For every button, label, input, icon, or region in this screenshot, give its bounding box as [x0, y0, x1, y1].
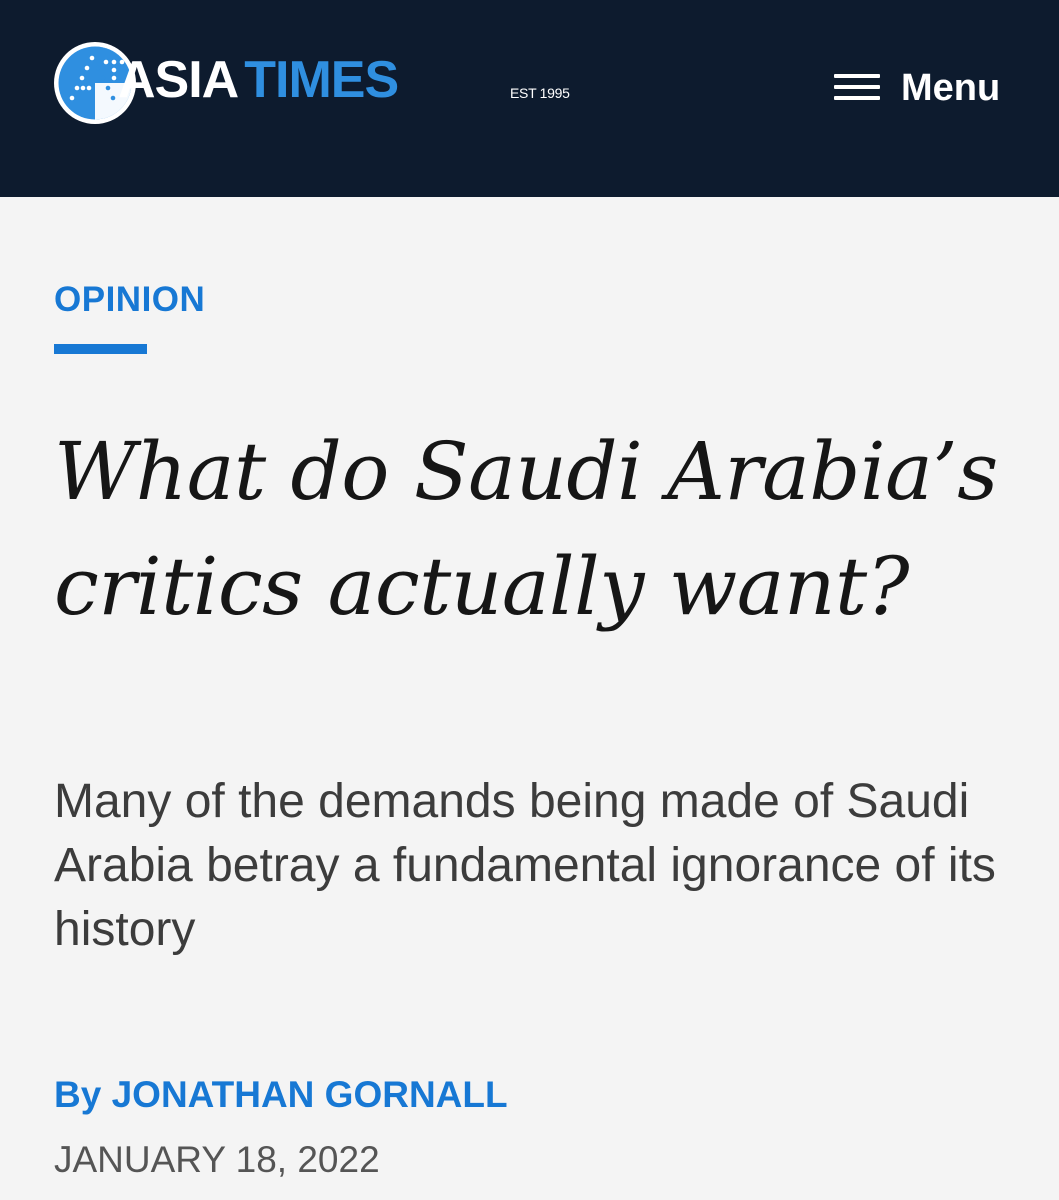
hamburger-icon [834, 74, 880, 102]
site-wordmark[interactable]: ASIA TIMES [118, 50, 399, 110]
category-underline [54, 344, 147, 354]
article-subheadline: Many of the demands being made of Saudi … [54, 775, 996, 956]
article-headline: What do Saudi Arabia’s critics actu­ally… [54, 425, 998, 633]
category-link[interactable]: OPINION [54, 278, 205, 322]
menu-label: Menu [901, 67, 1001, 109]
menu-button[interactable]: Menu [834, 62, 1014, 114]
byline: By JONATHAN GORNALL [54, 1070, 508, 1120]
site-header: ASIA TIMES EST 1995 Menu [0, 0, 1059, 197]
author-link[interactable]: JONATHAN GORNALL [112, 1074, 508, 1115]
publish-date: JANUARY 18, 2022 [54, 1139, 380, 1180]
wordmark-times: TIMES [244, 51, 399, 109]
byline-prefix: By [54, 1074, 102, 1115]
wordmark-asia: ASIA [118, 51, 239, 109]
established-tagline: EST 1995 [510, 85, 570, 101]
